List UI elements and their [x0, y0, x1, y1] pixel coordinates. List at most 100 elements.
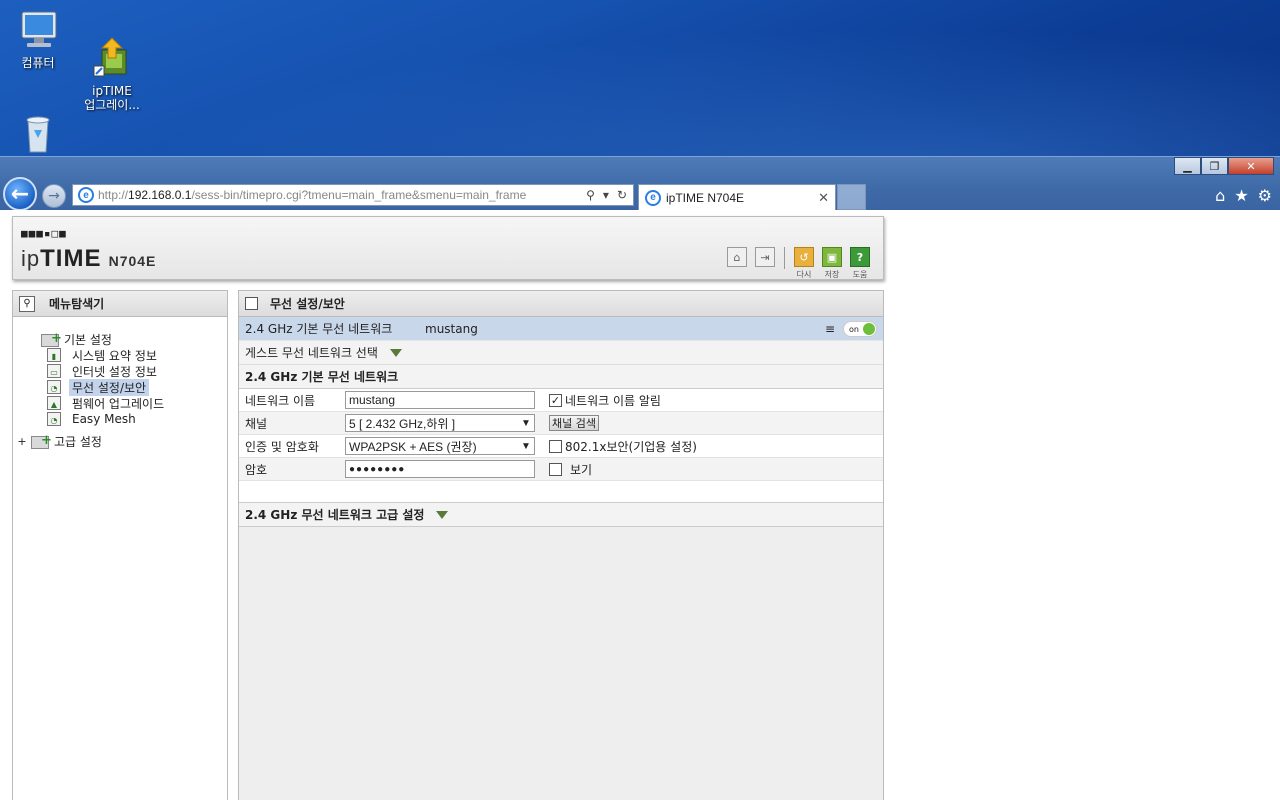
network-name-row: 네트워크 이름 mustang ✓ 네트워크 이름 알림 [239, 389, 883, 412]
restart-icon: ↺ [794, 247, 814, 267]
save-icon: ▣ [822, 247, 842, 267]
menu-item-label: 펌웨어 업그레이드 [72, 396, 165, 411]
menu-item-internet-settings[interactable]: ▭ 인터넷 설정 정보 [13, 363, 227, 379]
folder-icon [41, 332, 61, 347]
restore-button[interactable]: ❐ [1201, 157, 1228, 175]
field-label: 인증 및 암호화 [245, 439, 319, 454]
menu-item-easy-mesh[interactable]: ◔ Easy Mesh [13, 411, 227, 427]
menu-explorer-header: ⚲ 메뉴탐색기 [13, 291, 227, 317]
close-tab-icon[interactable]: ✕ [818, 190, 835, 206]
password-row: 암호 ●●●●●●●● 보기 [239, 458, 883, 481]
password-input[interactable]: ●●●●●●●● [345, 460, 535, 478]
panel-header: 무선 설정/보안 [239, 291, 883, 317]
browser-tab[interactable]: e ipTIME N704E ✕ [638, 184, 836, 210]
folder-icon [31, 434, 51, 449]
router-page: ■■■▪□■ ipTIME N704E ⌂ ⇥ ↺ 다시 ▣ 저장 ? 도움 ⚲ 메뉴… [0, 210, 1280, 800]
toggle-text: on [849, 324, 859, 334]
help-icon: ? [850, 247, 870, 267]
refresh-icon[interactable]: ↻ [617, 188, 627, 202]
menu-item-label: 인터넷 설정 정보 [72, 364, 157, 379]
show-password-label: 보기 [570, 462, 593, 477]
desktop-icon-computer[interactable]: 컴퓨터 [0, 8, 76, 70]
channel-row: 채널 5 [ 2.432 GHz,하위 ] ▼ 채널 검색 [239, 412, 883, 435]
forward-arrow-icon: → [48, 188, 60, 204]
desktop-icon-iptime-upgrade[interactable]: ipTIME 업그레이... [74, 8, 150, 126]
upgrade-arrow-icon: ▲ [47, 396, 61, 410]
monitor-icon: ▭ [47, 364, 61, 378]
network-name-input[interactable]: mustang [345, 391, 535, 409]
save-button[interactable]: ▣ 저장 [821, 247, 843, 280]
section-header: 2.4 GHz 기본 무선 네트워크 [239, 365, 883, 389]
magnifier-icon: ⚲ [19, 295, 35, 312]
auth-value: WPA2PSK + AES (권장) [349, 439, 477, 454]
recycle-bin-icon [14, 112, 62, 156]
forward-button[interactable]: → [42, 184, 66, 208]
url-prefix: http:// [98, 188, 129, 202]
home-button[interactable]: ⌂ [726, 247, 748, 269]
restart-label: 다시 [796, 270, 812, 279]
logout-button[interactable]: ⇥ [754, 247, 776, 269]
advanced-settings-toggle[interactable]: 2.4 GHz 무선 네트워크 고급 설정 [239, 503, 883, 527]
network-ssid: mustang [425, 321, 478, 336]
spacer-row [239, 481, 883, 503]
auth-select[interactable]: WPA2PSK + AES (권장) ▼ [345, 437, 535, 455]
toolbar-divider [784, 247, 785, 269]
chevron-down-icon: ▼ [521, 417, 531, 429]
close-window-button[interactable]: ✕ [1228, 157, 1274, 175]
mesh-icon: ◔ [47, 412, 61, 426]
menu-item-firmware-upgrade[interactable]: ▲ 펌웨어 업그레이드 [13, 395, 227, 411]
menu-item-label: 시스템 요약 정보 [72, 348, 157, 363]
guest-network-label: 게스트 무선 네트워크 선택 [245, 346, 378, 360]
network-selector-row[interactable]: 2.4 GHz 기본 무선 네트워크 mustang ≡ on [239, 317, 883, 341]
url-host: 192.168.0.1 [128, 188, 192, 202]
new-tab-button[interactable] [837, 184, 866, 210]
address-url[interactable]: http://192.168.0.1/sess-bin/timepro.cgi?… [98, 188, 586, 202]
broadcast-label: 네트워크 이름 알림 [565, 393, 661, 408]
browser-right-icons: ⌂ ★ ⚙ [1215, 186, 1272, 205]
address-bar[interactable]: e http://192.168.0.1/sess-bin/timepro.cg… [72, 184, 634, 206]
url-path: /sess-bin/timepro.cgi?tmenu=main_frame&s… [191, 188, 527, 202]
settings-gear-icon[interactable]: ⚙ [1258, 186, 1272, 205]
desktop-icon-recycle-bin[interactable] [0, 112, 76, 160]
channel-scan-button[interactable]: 채널 검색 [549, 415, 599, 431]
section-title: 2.4 GHz 기본 무선 네트워크 [245, 370, 399, 384]
channel-select[interactable]: 5 [ 2.432 GHz,하위 ] ▼ [345, 414, 535, 432]
wireless-toggle[interactable]: on [843, 320, 877, 337]
menu-item-label: Easy Mesh [72, 412, 136, 426]
browser-chrome: ▁ ❐ ✕ ← → e http://192.168.0.1/sess-bin/… [0, 156, 1280, 211]
desktop-icon-label: ipTIME 업그레이... [84, 84, 140, 112]
router-header: ■■■▪□■ ipTIME N704E ⌂ ⇥ ↺ 다시 ▣ 저장 ? 도움 [12, 216, 884, 280]
search-icon[interactable]: ⚲ [586, 188, 595, 202]
menu-item-wireless-security[interactable]: ◔ 무선 설정/보안 [13, 378, 227, 396]
desktop-icon-label: 컴퓨터 [21, 56, 55, 70]
broadcast-option[interactable]: ✓ 네트워크 이름 알림 [549, 392, 661, 409]
menu-item-label: 무선 설정/보안 [69, 378, 150, 396]
guest-network-select[interactable]: 게스트 무선 네트워크 선택 [239, 341, 883, 365]
wireless-icon: ◔ [47, 380, 61, 394]
enterprise-checkbox[interactable] [549, 439, 562, 453]
menu-item-system-summary[interactable]: ▮ 시스템 요약 정보 [13, 347, 227, 363]
show-password-option[interactable]: 보기 [549, 461, 592, 478]
broadcast-checkbox[interactable]: ✓ [549, 393, 562, 407]
help-label: 도움 [852, 270, 868, 279]
expand-icon[interactable]: + [17, 435, 27, 448]
expand-triangle-icon [436, 510, 449, 519]
favorites-star-icon[interactable]: ★ [1234, 186, 1248, 205]
field-label: 채널 [245, 416, 268, 431]
menu-group-label: 기본 설정 [64, 332, 112, 347]
dropdown-icon[interactable]: ▾ [603, 188, 609, 202]
enterprise-option[interactable]: 802.1x보안(기업용 설정) [549, 438, 697, 455]
minimize-button[interactable]: ▁ [1174, 157, 1201, 175]
router-logo: ipTIME N704E [21, 245, 156, 273]
menu-group-basic[interactable]: 기본 설정 [13, 331, 227, 347]
ie-tab-icon: e [645, 189, 661, 206]
help-button[interactable]: ? 도움 [849, 247, 871, 280]
show-password-checkbox[interactable] [549, 462, 562, 476]
back-button[interactable]: ← [3, 177, 37, 211]
home-icon[interactable]: ⌂ [1215, 186, 1225, 205]
computer-icon [14, 8, 62, 52]
menu-group-advanced[interactable]: + 고급 설정 [13, 433, 227, 449]
restart-button[interactable]: ↺ 다시 [793, 247, 815, 280]
brand-bold: TIME [40, 245, 102, 272]
logout-icon: ⇥ [755, 247, 775, 267]
